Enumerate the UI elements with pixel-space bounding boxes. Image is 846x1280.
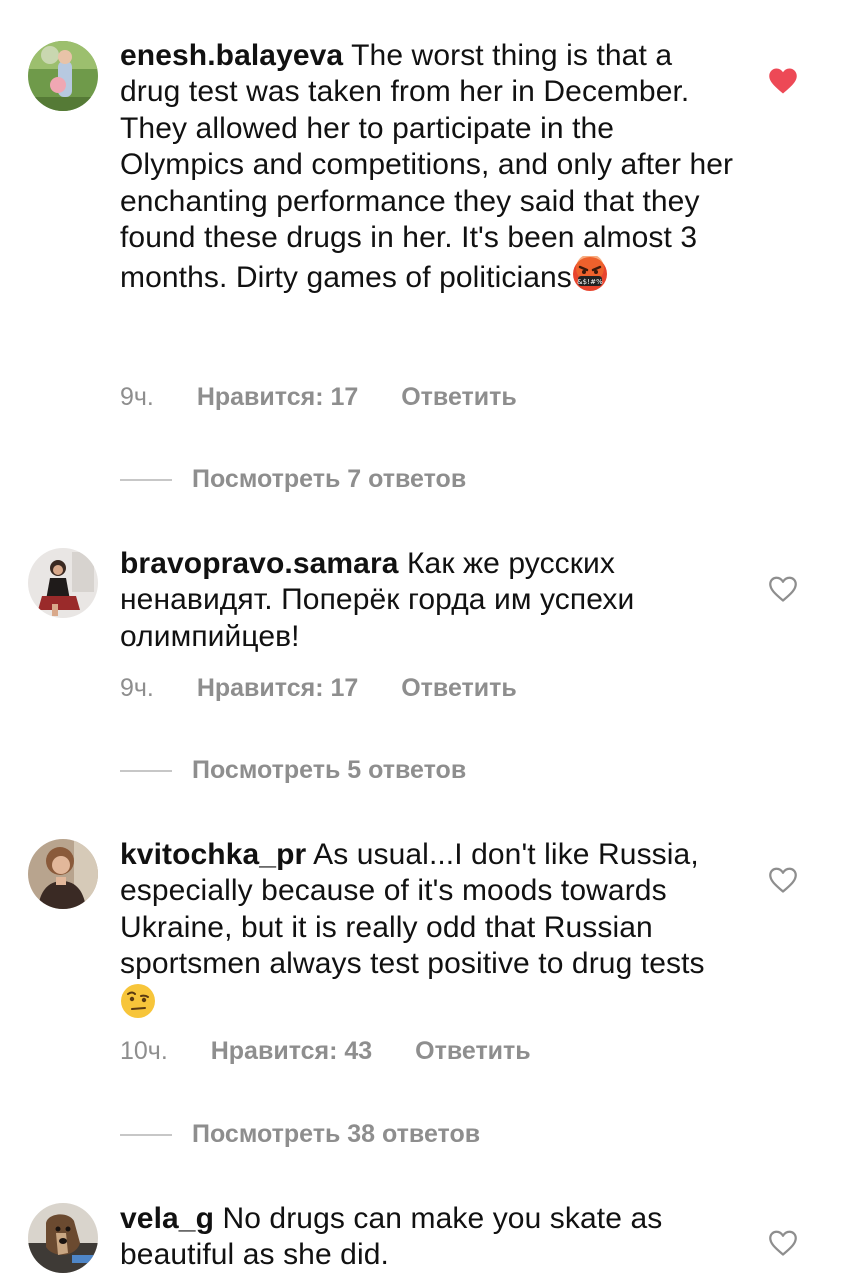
view-replies-button[interactable]: Посмотреть 38 ответов bbox=[120, 1120, 480, 1150]
view-replies-label: Посмотреть 38 ответов bbox=[192, 1120, 481, 1148]
face-with-symbols-on-mouth-icon: &$!#% bbox=[572, 254, 608, 292]
comment-time: 9ч. bbox=[120, 674, 154, 702]
comment-body: bravopravo.samara Как же русских ненавид… bbox=[120, 546, 740, 655]
comment-username[interactable]: enesh.balayeva bbox=[120, 39, 343, 72]
comment-likes[interactable]: Нравится: 17 bbox=[197, 674, 358, 703]
reply-button[interactable]: Ответить bbox=[401, 674, 517, 703]
comment-time: 10ч. bbox=[120, 1037, 168, 1065]
comment-likes[interactable]: Нравится: 43 bbox=[211, 1037, 372, 1066]
comment-text: The worst thing is that a drug test was … bbox=[120, 39, 734, 295]
face-with-raised-eyebrow-icon bbox=[120, 983, 156, 1019]
heart-icon[interactable] bbox=[768, 575, 798, 603]
view-replies-button[interactable]: Посмотреть 7 ответов bbox=[120, 465, 466, 495]
svg-text:&$!#%: &$!#% bbox=[577, 278, 603, 286]
comment-username[interactable]: vela_g bbox=[120, 1202, 214, 1235]
comment-username[interactable]: bravopravo.samara bbox=[120, 547, 399, 580]
reply-button[interactable]: Ответить bbox=[401, 383, 517, 412]
heart-icon[interactable] bbox=[768, 67, 798, 95]
comment-meta: 9ч. Нравится: 17 Ответить bbox=[120, 674, 517, 703]
comment-likes[interactable]: Нравится: 17 bbox=[197, 383, 358, 412]
divider bbox=[120, 1133, 172, 1136]
avatar[interactable] bbox=[28, 1203, 98, 1273]
comment-meta: 9ч. Нравится: 17 Ответить bbox=[120, 383, 517, 412]
heart-icon[interactable] bbox=[768, 866, 798, 894]
comment-time: 9ч. bbox=[120, 383, 154, 411]
view-replies-label: Посмотреть 7 ответов bbox=[192, 465, 467, 493]
comment-body: enesh.balayeva The worst thing is that a… bbox=[120, 38, 740, 297]
comment-meta: 10ч. Нравится: 43 Ответить bbox=[120, 1037, 531, 1066]
comment-username[interactable]: kvitochka_pr bbox=[120, 838, 306, 871]
comment-body: vela_g No drugs can make you skate as be… bbox=[120, 1201, 740, 1274]
heart-icon[interactable] bbox=[768, 1229, 798, 1257]
divider bbox=[120, 478, 172, 481]
view-replies-label: Посмотреть 5 ответов bbox=[192, 756, 467, 784]
avatar[interactable] bbox=[28, 41, 98, 111]
avatar[interactable] bbox=[28, 839, 98, 909]
view-replies-button[interactable]: Посмотреть 5 ответов bbox=[120, 756, 466, 786]
avatar[interactable] bbox=[28, 548, 98, 618]
divider bbox=[120, 769, 172, 772]
reply-button[interactable]: Ответить bbox=[415, 1037, 531, 1066]
comment-body: kvitochka_pr As usual...I don't like Rus… bbox=[120, 837, 740, 1023]
